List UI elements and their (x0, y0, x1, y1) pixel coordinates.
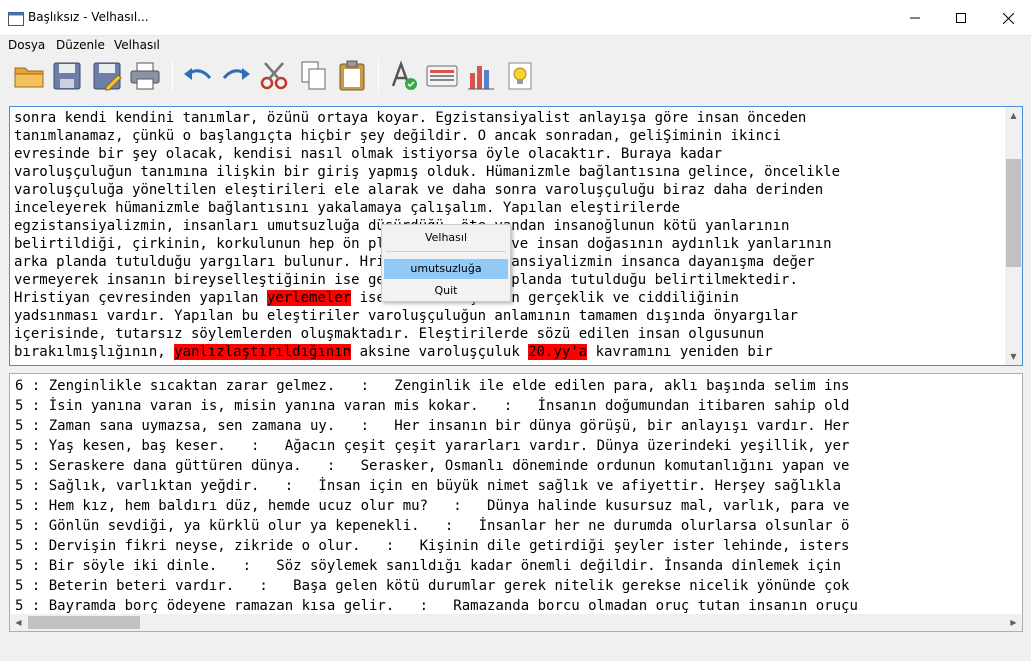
list-item[interactable]: 5 : Dervişin fikri neyse, zikride o olur… (15, 536, 1005, 556)
spellcheck-icon[interactable] (386, 58, 422, 94)
scroll-down-icon[interactable]: ▼ (1005, 348, 1022, 365)
open-folder-icon[interactable] (11, 58, 47, 94)
editor-text-segment: inceleyerek hümanizmle bağlantısını yaka… (14, 200, 680, 216)
editor-line[interactable]: varoluşçuluğun tanımına ilişkin bir giri… (14, 163, 1004, 181)
editor-text-segment: varoluşçuluğun tanımına ilişkin bir giri… (14, 164, 841, 180)
redo-icon[interactable] (218, 58, 254, 94)
list-item[interactable]: 5 : Sağlık, varlıktan yeğdir. : İnsan iç… (15, 476, 1005, 496)
minimize-button[interactable] (892, 0, 938, 36)
misspelled-word[interactable]: yanlızlaştırıldığının (174, 344, 352, 360)
results-list[interactable]: 6 : Zenginlikle sıcaktan zarar gelmez. :… (9, 373, 1023, 632)
editor-text-segment: bırakılmışlığının, (14, 344, 175, 360)
menu-file[interactable]: Dosya (8, 38, 45, 52)
toolbar (0, 55, 1031, 99)
editor-vertical-scrollbar[interactable]: ▲ ▼ (1005, 107, 1022, 365)
context-menu-quit[interactable]: Quit (384, 281, 508, 301)
editor-line[interactable]: varoluşçuluğa yöneltilen eleştirileri el… (14, 181, 1004, 199)
copy-icon[interactable] (296, 58, 332, 94)
editor-line[interactable]: içerisinde, tutarsız söylemlerden oluşma… (14, 325, 1004, 343)
undo-icon[interactable] (180, 58, 216, 94)
chart-icon[interactable] (463, 58, 499, 94)
idea-icon[interactable] (502, 58, 538, 94)
save-as-icon[interactable] (89, 58, 125, 94)
list-item[interactable]: 5 : Zaman sana uymazsa, sen zamana uy. :… (15, 416, 1005, 436)
list-item[interactable]: 5 : Yaş kesen, baş keser. : Ağacın çeşit… (15, 436, 1005, 456)
editor-line[interactable]: bırakılmışlığının, yanlızlaştırıldığının… (14, 343, 1004, 361)
menu-edit[interactable]: Düzenle (56, 38, 105, 52)
window-title: Başlıksız - Velhasıl... (28, 10, 149, 24)
scroll-thumb[interactable] (1006, 159, 1021, 267)
results-rows: 6 : Zenginlikle sıcaktan zarar gelmez. :… (15, 376, 1005, 616)
editor-text-segment: varoluşçuluğa yöneltilen eleştirileri el… (14, 182, 824, 198)
context-menu: Velhasıl umutsuzluğa Quit (381, 224, 511, 302)
editor-line[interactable]: sonra kendi kendini tanımlar, özünü orta… (14, 109, 1004, 127)
save-icon[interactable] (49, 58, 85, 94)
list-item[interactable]: 5 : Bayramda borç ödeyene ramazan kısa g… (15, 596, 1005, 616)
list-item[interactable]: 5 : Beterin beteri vardır. : Başa gelen … (15, 576, 1005, 596)
close-button[interactable] (985, 0, 1031, 36)
list-horizontal-scrollbar[interactable]: ◀ ▶ (10, 614, 1022, 631)
title-bar: Başlıksız - Velhasıl... (0, 0, 1031, 36)
context-menu-separator (386, 251, 506, 252)
editor-text-segment: yadsınması vardır. Yapılan bu eleştirile… (14, 308, 798, 324)
app-window-icon (8, 11, 24, 26)
editor-line[interactable]: evresinde bir şey olacak, kendisi nasıl … (14, 145, 1004, 163)
print-icon[interactable] (127, 58, 163, 94)
menu-bar: Dosya Düzenle Velhasıl (0, 36, 1031, 55)
editor-text-segment: sonra kendi kendini tanımlar, özünü orta… (14, 110, 807, 126)
misspelled-word[interactable]: 20.yy'a (528, 344, 588, 360)
context-menu-suggestion[interactable]: umutsuzluğa (384, 259, 508, 279)
editor-line[interactable]: yadsınması vardır. Yapılan bu eleştirile… (14, 307, 1004, 325)
menu-velhasil[interactable]: Velhasıl (114, 38, 160, 52)
editor-text-segment: tanımlanamaz, çünkü o başlangıçta hiçbir… (14, 128, 782, 144)
misspelled-word[interactable]: yerlemeler (266, 290, 352, 306)
scroll-left-icon[interactable]: ◀ (10, 614, 27, 631)
context-menu-title: Velhasıl (424, 231, 468, 244)
editor-text-segment: aksine varoluşçuluk (351, 344, 529, 360)
cut-icon[interactable] (256, 58, 292, 94)
scroll-up-icon[interactable]: ▲ (1005, 107, 1022, 124)
list-item[interactable]: 5 : Gönlün sevdiği, ya kürklü olur ya ke… (15, 516, 1005, 536)
horizontal-scroll-thumb[interactable] (28, 616, 140, 629)
list-item[interactable]: 5 : Hem kız, hem baldırı düz, hemde ucuz… (15, 496, 1005, 516)
paste-icon[interactable] (334, 58, 370, 94)
list-item[interactable]: 6 : Zenginlikle sıcaktan zarar gelmez. :… (15, 376, 1005, 396)
editor-text-segment: evresinde bir şey olacak, kendisi nasıl … (14, 146, 723, 162)
editor-text-segment: Hristiyan çevresinden yapılan (14, 290, 267, 306)
scroll-right-icon[interactable]: ▶ (1005, 614, 1022, 631)
list-item[interactable]: 5 : İsin yanına varan is, misin yanına v… (15, 396, 1005, 416)
editor-line[interactable]: inceleyerek hümanizmle bağlantısını yaka… (14, 199, 1004, 217)
text-editor[interactable]: sonra kendi kendini tanımlar, özünü orta… (9, 106, 1023, 366)
editor-text-segment: içerisinde, tutarsız söylemlerden oluşma… (14, 326, 765, 342)
list-item[interactable]: 5 : Bir söyle iki dinle. : Söz söylemek … (15, 556, 1005, 576)
list-item[interactable]: 5 : Seraskere dana güttüren dünya. : Ser… (15, 456, 1005, 476)
editor-line[interactable]: tanımlanamaz, çünkü o başlangıçta hiçbir… (14, 127, 1004, 145)
maximize-button[interactable] (938, 0, 984, 36)
keyboard-icon[interactable] (424, 58, 460, 94)
editor-text-segment: kavramını yeniden bir (587, 344, 773, 360)
